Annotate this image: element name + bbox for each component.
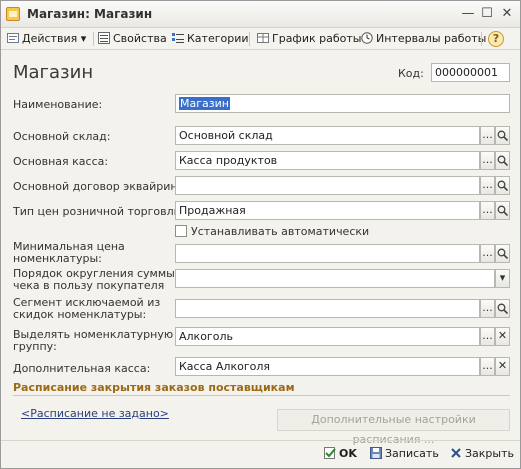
acquiring-open-button[interactable]	[495, 176, 510, 195]
properties-icon	[98, 32, 110, 44]
segment-select-button[interactable]: ...	[480, 299, 495, 318]
toolbar: Действия ▾ Свойства Категории График раб…	[1, 28, 520, 50]
actions-icon	[7, 32, 19, 44]
schedule-section-title: Расписание закрытия заказов поставщикам	[13, 381, 295, 394]
actions-menu-button[interactable]: Действия ▾	[7, 30, 86, 48]
segment-field[interactable]	[175, 299, 480, 318]
extra-cashbox-clear-button[interactable]: ✕	[495, 357, 510, 376]
window-title: Магазин: Магазин	[27, 7, 153, 21]
table-icon	[257, 32, 269, 44]
actions-label: Действия	[22, 32, 78, 45]
minimize-icon[interactable]: —	[460, 6, 476, 22]
app-icon	[6, 7, 20, 21]
ok-button[interactable]: OK	[324, 446, 357, 462]
rounding-field[interactable]	[175, 269, 495, 288]
close-icon	[450, 447, 462, 459]
magnifier-icon	[497, 130, 509, 142]
title-bar: Магазин: Магазин — ☐ ✕	[1, 1, 520, 28]
section-divider	[13, 395, 510, 396]
price-type-label: Тип цен розничной торговли:	[13, 205, 185, 218]
toolbar-separator	[249, 32, 250, 46]
clock-icon	[361, 32, 373, 44]
min-price-field[interactable]	[175, 244, 480, 263]
auto-set-label: Устанавливать автоматически	[191, 225, 370, 238]
acquiring-select-button[interactable]: ...	[480, 176, 495, 195]
save-button[interactable]: Записать	[370, 446, 439, 462]
extra-cashbox-label: Дополнительная касса:	[13, 362, 151, 375]
code-label: Код:	[398, 67, 424, 80]
save-label: Записать	[385, 447, 439, 460]
floppy-disk-icon	[370, 447, 382, 459]
min-price-open-button[interactable]	[495, 244, 510, 263]
intervals-label: Интервалы работы	[376, 32, 487, 45]
check-doc-icon	[324, 447, 336, 459]
properties-label: Свойства	[113, 32, 167, 45]
group-label-line2: группу:	[13, 340, 57, 353]
min-price-select-button[interactable]: ...	[480, 244, 495, 263]
schedule-button[interactable]: График работы	[257, 30, 361, 48]
segment-label-line2: скидок номенклатуры:	[13, 308, 147, 321]
page-title: Магазин	[13, 62, 94, 83]
magnifier-icon	[497, 303, 509, 315]
warehouse-open-button[interactable]	[495, 126, 510, 145]
price-type-open-button[interactable]	[495, 201, 510, 220]
auto-set-checkbox[interactable]	[175, 225, 187, 237]
magnifier-icon	[497, 155, 509, 167]
group-clear-button[interactable]: ✕	[495, 327, 510, 346]
rounding-label-line2: чека в пользу покупателя	[13, 279, 165, 292]
name-field[interactable]: Магазин	[175, 94, 510, 113]
name-field-value: Магазин	[179, 97, 230, 110]
maximize-icon[interactable]: ☐	[479, 6, 495, 22]
group-select-button[interactable]: ...	[480, 327, 495, 346]
extra-cashbox-field[interactable]: Касса Алкоголя	[175, 357, 480, 376]
cashbox-select-button[interactable]: ...	[480, 151, 495, 170]
toolbar-separator	[93, 32, 94, 46]
categories-icon	[172, 32, 184, 44]
schedule-link[interactable]: <Расписание не задано>	[21, 407, 169, 420]
categories-label: Категории	[187, 32, 249, 45]
segment-open-button[interactable]	[495, 299, 510, 318]
warehouse-field[interactable]: Основной склад	[175, 126, 480, 145]
toolbar-separator	[481, 32, 482, 46]
price-type-field[interactable]: Продажная	[175, 201, 480, 220]
cashbox-open-button[interactable]	[495, 151, 510, 170]
ok-label: OK	[339, 447, 357, 460]
code-field[interactable]: 000000001	[431, 63, 510, 82]
properties-button[interactable]: Свойства	[98, 30, 167, 48]
cashbox-field[interactable]: Касса продуктов	[175, 151, 480, 170]
magnifier-icon	[497, 180, 509, 192]
intervals-button[interactable]: Интервалы работы	[361, 30, 486, 48]
acquiring-label: Основной договор эквайринга:	[13, 180, 194, 193]
schedule-settings-button[interactable]: Дополнительные настройки расписания ...	[277, 409, 510, 446]
actions-dropdown-icon: ▾	[80, 32, 87, 45]
extra-cashbox-select-button[interactable]: ...	[480, 357, 495, 376]
help-icon[interactable]: ?	[488, 31, 504, 47]
acquiring-field[interactable]	[175, 176, 480, 195]
form-window: Магазин: Магазин — ☐ ✕ Действия ▾ Свойст…	[0, 0, 521, 469]
footer-divider	[1, 440, 520, 441]
close-button[interactable]: Закрыть	[450, 446, 514, 462]
schedule-label: График работы	[272, 32, 362, 45]
magnifier-icon	[497, 205, 509, 217]
group-field[interactable]: Алкоголь	[175, 327, 480, 346]
price-type-select-button[interactable]: ...	[480, 201, 495, 220]
warehouse-label: Основной склад:	[13, 130, 111, 143]
min-price-label-line2: номенклатуры:	[13, 252, 102, 265]
cashbox-label: Основная касса:	[13, 155, 109, 168]
categories-button[interactable]: Категории	[172, 30, 249, 48]
magnifier-icon	[497, 248, 509, 260]
rounding-dropdown-button[interactable]: ▾	[495, 269, 510, 288]
close-label: Закрыть	[465, 447, 514, 460]
warehouse-select-button[interactable]: ...	[480, 126, 495, 145]
name-label: Наименование:	[13, 98, 103, 111]
close-window-icon[interactable]: ✕	[499, 6, 515, 22]
